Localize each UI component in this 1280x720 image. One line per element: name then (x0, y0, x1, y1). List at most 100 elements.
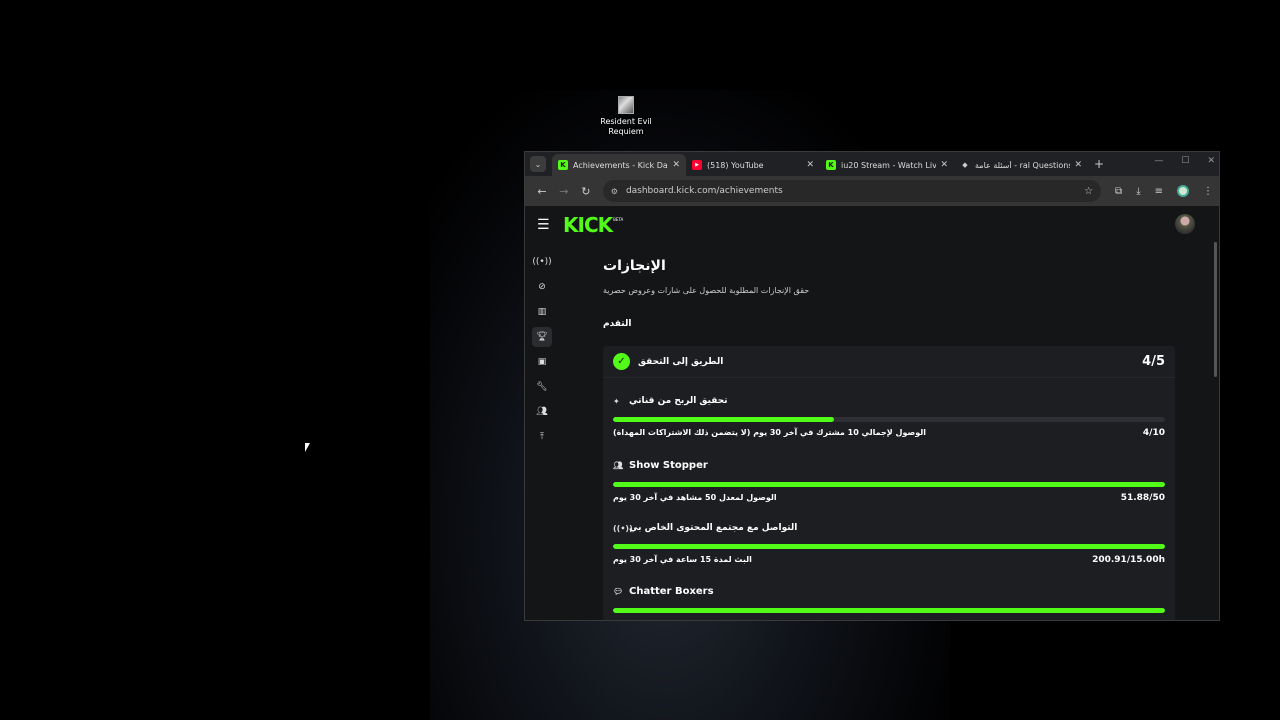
stream-icon[interactable]: ((•)) (532, 252, 552, 272)
site-info-icon[interactable]: ⚙ (611, 187, 618, 196)
close-icon[interactable]: ✕ (672, 160, 680, 170)
achievement-item: 💬︎ Chatter Boxers (613, 586, 1165, 613)
progress-fill (613, 544, 1165, 549)
close-icon[interactable]: ✕ (806, 160, 814, 170)
achievement-footer: الوصول لمعدل 50 مشاهد في آخر 30 يوم 51.8… (613, 493, 1165, 503)
progress-fill (613, 417, 834, 422)
achievement-title: ((•)) التواصل مع مجتمع المحتوى الخاص بي (613, 523, 1165, 533)
page-title: الإنجازات (603, 258, 666, 274)
achievement-title-text: التواصل مع مجتمع المحتوى الخاص بي (629, 523, 798, 533)
achievement-description: الوصول لإجمالي 10 مشترك في آخر 30 يوم (ل… (613, 428, 926, 437)
achievement-value: 51.88/50 (1120, 493, 1165, 503)
media-icon[interactable]: ≡ (1155, 186, 1163, 197)
bookmark-star-icon[interactable]: ☆ (1084, 186, 1093, 197)
avatar[interactable] (1175, 214, 1195, 234)
new-tab-button[interactable]: + (1094, 157, 1104, 171)
chat-icon: 💬︎ (613, 587, 624, 596)
progress-fill (613, 608, 1165, 613)
game-icon (618, 96, 634, 114)
close-icon[interactable]: ✕ (1074, 160, 1082, 170)
progress-bar (613, 417, 1165, 422)
broadcast-icon: ((•)) (613, 523, 633, 533)
close-window-icon[interactable]: ✕ (1207, 156, 1215, 166)
forward-icon[interactable]: → (553, 185, 575, 198)
achievement-description: الوصول لمعدل 50 مشاهد في آخر 30 يوم (613, 493, 777, 502)
reload-icon[interactable]: ↻ (575, 185, 597, 198)
desktop: Resident Evil Requiem ⌄ K Achievements -… (0, 0, 1280, 720)
tab-title: أسئلة عامة - ral Questions (975, 160, 1071, 170)
progress-bar (613, 608, 1165, 613)
tab-achievements[interactable]: K Achievements - Kick Dashb ✕ (552, 154, 686, 176)
progress-bar (613, 544, 1165, 549)
achievement-title-text: Show Stopper (629, 460, 708, 471)
sparkle-icon: ✦ (613, 396, 620, 406)
sidebar: ((•)) ⊘ ▥ 🏆︎ ▣ 🔧︎ 👥︎ ⤒ (532, 252, 552, 452)
mouse-cursor-icon (305, 443, 310, 452)
maximize-icon[interactable]: ☐ (1181, 156, 1189, 166)
wrench-icon[interactable]: 🔧︎ (532, 377, 552, 397)
kick-favicon-icon: K (826, 160, 836, 170)
toolbar-actions: ⧉ ⤓ ≡ ⋮ (1115, 185, 1213, 197)
verification-card: ✓ الطريق إلى التحقق 4/5 ✦ تحقيق الربح من… (603, 346, 1175, 620)
hamburger-menu-icon[interactable]: ☰ (537, 217, 563, 233)
url-text[interactable]: dashboard.kick.com/achievements (626, 186, 1084, 196)
page-subtitle: حقق الإنجازات المطلوبة للحصول على شارات … (603, 286, 810, 295)
achievement-title: ✦ تحقيق الربح من قناتي (613, 396, 1165, 406)
card-count: 4/5 (1142, 354, 1165, 369)
link-icon[interactable]: ⊘ (532, 277, 552, 297)
tab-title: Achievements - Kick Dashb (573, 160, 668, 170)
verified-badge-icon: ✓ (613, 353, 630, 370)
tab-questions[interactable]: ◆ أسئلة عامة - ral Questions ✕ (954, 154, 1088, 176)
profile-icon[interactable] (1177, 185, 1189, 197)
tab-title: (518) YouTube (707, 160, 764, 170)
menu-kebab-icon[interactable]: ⋮ (1203, 186, 1213, 197)
beta-badge: BETA (613, 216, 624, 222)
achievement-item: 👥︎ Show Stopper الوصول لمعدل 50 مشاهد في… (613, 460, 1165, 503)
site-favicon-icon: ◆ (962, 161, 968, 169)
downloads-icon[interactable]: ⤓ (1136, 186, 1140, 197)
desktop-shortcut[interactable]: Resident Evil Requiem (598, 96, 654, 137)
browser-window: ⌄ K Achievements - Kick Dashb ✕ ▶ (518) … (524, 151, 1220, 621)
analytics-icon[interactable]: ▥ (532, 302, 552, 322)
achievement-item: ✦ تحقيق الربح من قناتي الوصول لإجمالي 10… (613, 396, 1165, 438)
achievement-item: ((•)) التواصل مع مجتمع المحتوى الخاص بي … (613, 523, 1165, 565)
achievement-value: 4/10 (1142, 428, 1165, 438)
card-title: الطريق إلى التحقق (638, 356, 724, 367)
achievement-value: 200.91/15.00h (1092, 555, 1165, 565)
back-icon[interactable]: ← (531, 185, 553, 198)
community-icon[interactable]: 👥︎ (532, 402, 552, 422)
upload-icon[interactable]: ⤒ (532, 427, 552, 447)
achievement-footer: البث لمدة 15 ساعة في آخر 30 يوم 200.91/1… (613, 555, 1165, 565)
address-bar[interactable]: ⚙ dashboard.kick.com/achievements ☆ (602, 180, 1102, 202)
desktop-shortcut-label: Resident Evil Requiem (600, 117, 652, 136)
page-scrollbar[interactable] (1214, 242, 1217, 377)
users-icon: 👥︎ (613, 461, 624, 470)
kick-logo[interactable]: KICK (563, 213, 613, 237)
achievement-description: البث لمدة 15 ساعة في آخر 30 يوم (613, 555, 752, 564)
achievement-title-text: تحقيق الربح من قناتي (629, 396, 728, 406)
tab-search-icon[interactable]: ⌄ (530, 156, 546, 172)
close-icon[interactable]: ✕ (940, 160, 948, 170)
tab-strip: ⌄ K Achievements - Kick Dashb ✕ ▶ (518) … (525, 152, 1219, 176)
section-label: التقدم (603, 319, 632, 329)
achievement-title: 💬︎ Chatter Boxers (613, 586, 1165, 597)
tab-youtube[interactable]: ▶ (518) YouTube ✕ (686, 154, 820, 176)
video-icon[interactable]: ▣ (532, 352, 552, 372)
achievement-title: 👥︎ Show Stopper (613, 460, 1165, 471)
minimize-icon[interactable]: — (1154, 156, 1163, 166)
progress-fill (613, 482, 1165, 487)
extensions-icon[interactable]: ⧉ (1115, 186, 1122, 197)
kick-favicon-icon: K (558, 160, 568, 170)
browser-toolbar: ← → ↻ ⚙ dashboard.kick.com/achievements … (525, 176, 1219, 206)
achievement-title-text: Chatter Boxers (629, 586, 714, 597)
tab-title: iu20 Stream - Watch Live o (841, 160, 937, 170)
youtube-favicon-icon: ▶ (692, 160, 702, 170)
trophy-icon[interactable]: 🏆︎ (532, 327, 552, 347)
window-controls: — ☐ ✕ (1154, 156, 1215, 166)
progress-bar (613, 482, 1165, 487)
kick-dashboard: ☰ KICK BETA ((•)) ⊘ ▥ 🏆︎ ▣ 🔧︎ 👥︎ ⤒ الإنج… (525, 206, 1219, 620)
achievement-footer: الوصول لإجمالي 10 مشترك في آخر 30 يوم (ل… (613, 428, 1165, 438)
kick-header: ☰ KICK BETA (525, 206, 1219, 244)
tab-stream[interactable]: K iu20 Stream - Watch Live o ✕ (820, 154, 954, 176)
card-header[interactable]: ✓ الطريق إلى التحقق 4/5 (603, 346, 1175, 378)
